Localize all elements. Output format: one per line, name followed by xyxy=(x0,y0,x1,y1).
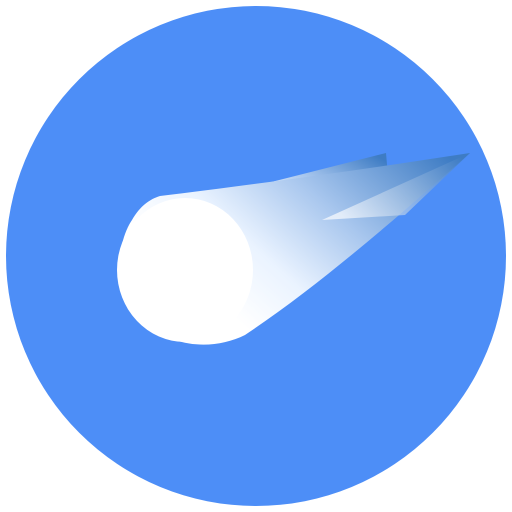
app-icon xyxy=(0,0,512,512)
comet-head xyxy=(117,198,253,342)
comet-logo-icon xyxy=(6,6,506,506)
